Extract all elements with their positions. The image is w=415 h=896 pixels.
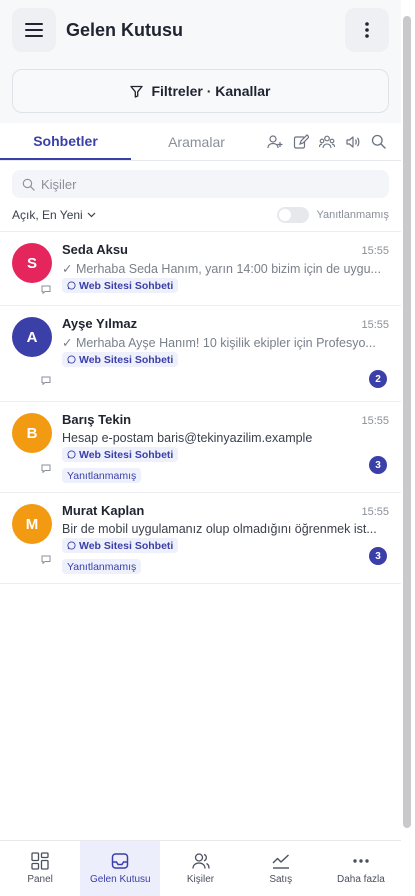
- chat-bubble-icon: [41, 555, 51, 564]
- contact-name: Seda Aksu: [62, 242, 128, 257]
- top-bar: Gelen Kutusu: [0, 0, 401, 60]
- tab-calls[interactable]: Aramalar: [131, 123, 262, 160]
- more-dots-icon: [353, 859, 369, 863]
- chat-bubble-icon: [41, 285, 51, 294]
- whatsapp-icon: [67, 355, 76, 364]
- nav-panel-label: Panel: [27, 874, 53, 885]
- avatar: S: [12, 243, 52, 283]
- channel-label: Web Sitesi Sohbeti: [79, 353, 174, 366]
- tab-bar: Sohbetler Aramalar: [0, 123, 401, 161]
- message-preview: Hesap e-postam baris@tekinyazilim.exampl…: [62, 431, 313, 445]
- channel-label: Web Sitesi Sohbeti: [79, 448, 174, 461]
- sort-row: Açık, En Yeni Yanıtlanmamış: [0, 198, 401, 232]
- filters-channels-label: Filtreler · Kanallar: [151, 83, 271, 99]
- message-preview: ✓ Merhaba Seda Hanım, yarın 14:00 bizim …: [62, 262, 381, 276]
- filter-area: Filtreler · Kanallar: [0, 60, 401, 123]
- compose-icon[interactable]: [292, 133, 309, 150]
- scrollbar[interactable]: [401, 0, 415, 896]
- vertical-dots-icon: [365, 22, 369, 38]
- unreplied-badge: Yanıtlanmamış: [62, 468, 142, 483]
- dashboard-icon: [31, 852, 49, 870]
- channel-label: Web Sitesi Sohbeti: [79, 279, 174, 292]
- menu-button[interactable]: [12, 8, 56, 52]
- avatar: M: [12, 504, 52, 544]
- contact-name: Murat Kaplan: [62, 503, 145, 518]
- broadcast-icon[interactable]: [344, 133, 361, 150]
- whatsapp-icon: [67, 281, 76, 290]
- message-time: 15:55: [361, 319, 389, 331]
- channel-badge: Web Sitesi Sohbeti: [62, 352, 179, 367]
- message-preview: Bir de mobil uygulamanız olup olmadığını…: [62, 522, 377, 536]
- add-contact-icon[interactable]: [266, 133, 283, 150]
- conversation-item[interactable]: M Murat Kaplan 15:55 Bir de mobil uygulam…: [0, 493, 401, 584]
- nav-more[interactable]: Daha fazla: [321, 841, 401, 896]
- unreplied-filter: Yanıtlanmamış: [277, 206, 389, 223]
- whatsapp-icon: [67, 450, 76, 459]
- unread-count-badge: 3: [369, 456, 387, 474]
- unread-count-badge: 2: [369, 370, 387, 388]
- contacts-search: [12, 170, 389, 198]
- chevron-down-icon: [87, 212, 96, 217]
- search-icon[interactable]: [370, 133, 387, 150]
- nav-contacts-label: Kişiler: [186, 874, 215, 885]
- channel-label: Web Sitesi Sohbeti: [79, 539, 174, 552]
- sort-label: Açık, En Yeni: [12, 207, 83, 222]
- inbox-icon: [112, 853, 129, 869]
- nav-inbox-label: Gelen Kutusu: [90, 874, 151, 885]
- bottom-navigation: Panel Gelen Kutusu Kişiler Satış Daha fa…: [0, 840, 401, 896]
- contact-name: Ayşe Yılmaz: [62, 316, 138, 331]
- channel-badge: Web Sitesi Sohbeti: [62, 538, 179, 553]
- conversation-item[interactable]: B Barış Tekin 15:55 Hesap e-postam baris@…: [0, 402, 401, 493]
- message-time: 15:55: [361, 506, 389, 518]
- nav-sales[interactable]: Satış: [241, 841, 321, 896]
- chat-bubble-icon: [41, 464, 51, 473]
- app-window: Gelen Kutusu Filtreler · Kanallar Sohbet…: [0, 0, 401, 896]
- message-preview: ✓ Merhaba Ayşe Hanım! 10 kişilik ekipler…: [62, 336, 376, 350]
- more-options-button[interactable]: [345, 8, 389, 52]
- unreplied-toggle[interactable]: [277, 206, 310, 223]
- avatar: A: [12, 317, 52, 357]
- filters-channels-button[interactable]: Filtreler · Kanallar: [12, 69, 389, 113]
- message-time: 15:55: [361, 415, 389, 427]
- sort-dropdown[interactable]: Açık, En Yeni: [12, 208, 96, 222]
- unread-count-badge: 3: [369, 547, 387, 565]
- whatsapp-icon: [67, 541, 76, 550]
- unreplied-badge: Yanıtlanmamış: [62, 559, 142, 574]
- hamburger-icon: [25, 23, 43, 37]
- tab-chats[interactable]: Sohbetler: [0, 123, 131, 160]
- contacts-search-input[interactable]: [41, 176, 341, 192]
- message-time: 15:55: [361, 245, 389, 257]
- contacts-icon: [191, 853, 210, 869]
- conversation-item[interactable]: A Ayşe Yılmaz 15:55 ✓ Merhaba Ayşe Hanım!…: [0, 306, 401, 402]
- contact-name: Barış Tekin: [62, 412, 132, 427]
- conversation-item[interactable]: S Seda Aksu 15:55 ✓ Merhaba Seda Hanım, y…: [0, 232, 401, 306]
- filter-icon: [130, 85, 144, 98]
- page-title: Gelen Kutusu: [66, 19, 184, 40]
- group-icon[interactable]: [318, 133, 335, 150]
- sales-chart-icon: [272, 854, 289, 869]
- nav-contacts[interactable]: Kişiler: [160, 841, 240, 896]
- nav-inbox[interactable]: Gelen Kutusu: [80, 841, 161, 896]
- nav-panel[interactable]: Panel: [0, 841, 80, 896]
- search-icon: [22, 178, 35, 191]
- chat-bubble-icon: [41, 376, 51, 385]
- unreplied-toggle-label: Yanıtlanmamış: [316, 208, 389, 221]
- scrollbar-thumb[interactable]: [403, 16, 411, 828]
- nav-sales-label: Satış: [269, 874, 293, 885]
- channel-badge: Web Sitesi Sohbeti: [62, 447, 179, 462]
- channel-badge: Web Sitesi Sohbeti: [62, 278, 179, 293]
- nav-more-label: Daha fazla: [337, 874, 385, 885]
- avatar: B: [12, 413, 52, 453]
- tab-actions: [262, 123, 401, 160]
